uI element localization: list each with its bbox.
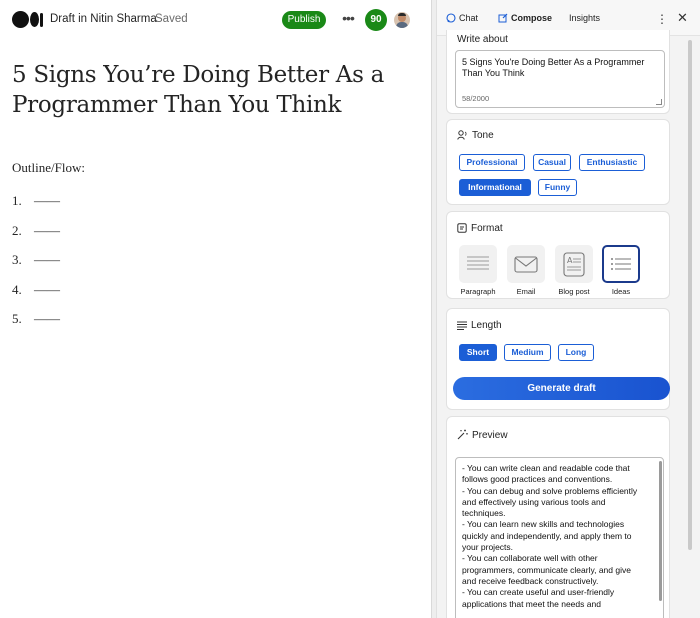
format-card: Format Paragraph Email A Blog post Ideas: [446, 211, 670, 299]
character-count: 58/2000: [462, 94, 490, 103]
card-title-text: Format: [471, 223, 503, 234]
publish-button[interactable]: Publish: [282, 11, 326, 29]
tone-option-funny[interactable]: Funny: [538, 179, 577, 196]
length-card: Length Short Medium Long: [446, 308, 670, 366]
preview-line: programmers, communicate clearly, and gi…: [462, 564, 631, 575]
tab-label: Insights: [569, 13, 601, 23]
tone-title: Tone: [457, 130, 494, 141]
card-title-text: Preview: [472, 430, 508, 441]
tone-icon: [457, 130, 467, 140]
format-option-ideas[interactable]: Ideas: [602, 245, 640, 296]
resize-handle-icon[interactable]: [656, 99, 662, 105]
tab-compose[interactable]: Compose: [498, 13, 552, 23]
preview-line: - You can write clean and readable code …: [462, 463, 630, 473]
outline-heading[interactable]: Outline/Flow:: [12, 160, 85, 176]
preview-line: your projects.: [462, 542, 514, 553]
list-number: 5.: [12, 311, 22, 326]
list-text: ——: [34, 193, 60, 208]
list-text: ——: [34, 222, 60, 238]
list-number: 2.: [12, 222, 22, 238]
format-label: Ideas: [611, 287, 631, 296]
preview-text: - You can write clean and readable code …: [462, 463, 657, 610]
tone-option-casual[interactable]: Casual: [533, 154, 571, 171]
preview-title: Preview: [457, 429, 508, 441]
card-title-text: Tone: [472, 130, 494, 141]
preview-line: and effectively using various tools and: [462, 496, 606, 507]
preview-line: - You can debug and solve problems effic…: [462, 485, 638, 496]
list-item[interactable]: 3. ——: [12, 252, 60, 282]
write-about-title: Write about: [457, 34, 508, 45]
ideas-list-icon: [602, 245, 640, 283]
preview-scrollbar[interactable]: [659, 461, 662, 601]
preview-line: quickly and independently, and apply the…: [462, 530, 632, 541]
preview-line: - You can collaborate well with other: [462, 553, 598, 564]
tone-option-informational[interactable]: Informational: [459, 179, 531, 196]
card-title-text: Length: [471, 320, 502, 331]
tab-label: Chat: [459, 13, 479, 23]
preview-line: - You can learn new skills and technolog…: [462, 519, 625, 530]
panel-scrollbar[interactable]: [688, 40, 692, 550]
tone-option-enthusiastic[interactable]: Enthusiastic: [579, 154, 645, 171]
format-option-paragraph[interactable]: Paragraph: [459, 245, 497, 296]
paragraph-icon: [459, 245, 497, 283]
list-text: ——: [34, 311, 60, 326]
more-options-icon[interactable]: •••: [339, 10, 357, 28]
panel-more-icon[interactable]: ⋮: [656, 12, 668, 26]
topic-text: 5 Signs You're Doing Better As a Program…: [462, 57, 645, 78]
tab-chat[interactable]: Chat: [446, 13, 478, 23]
blog-post-icon: A: [555, 245, 593, 283]
write-about-card: Write about 5 Signs You're Doing Better …: [446, 30, 670, 114]
format-title: Format: [457, 223, 503, 234]
length-icon: [457, 321, 467, 330]
length-title: Length: [457, 320, 502, 331]
list-item[interactable]: 4. ——: [12, 282, 60, 312]
list-number: 3.: [12, 252, 22, 267]
list-text: ——: [34, 252, 60, 267]
outline-list[interactable]: 1. —— 2. —— 3. —— 4. —— 5. ——: [12, 193, 60, 341]
editor-topbar: Draft in Nitin Sharma Saved Publish ••• …: [0, 0, 431, 40]
tone-card: Tone Professional Casual Enthusiastic In…: [446, 119, 670, 205]
tone-option-professional[interactable]: Professional: [459, 154, 525, 171]
save-status-label: Saved: [155, 13, 188, 25]
compose-icon: [498, 13, 508, 23]
close-icon[interactable]: ✕: [677, 10, 688, 26]
format-icon: [457, 223, 467, 233]
preview-line: follows good practices and conventions.: [462, 474, 613, 485]
list-item[interactable]: 1. ——: [12, 193, 60, 223]
medium-logo-icon[interactable]: [12, 11, 44, 28]
tab-label: Compose: [511, 13, 553, 23]
list-number: 1.: [12, 193, 22, 208]
email-icon: [507, 245, 545, 283]
list-item[interactable]: 2. ——: [12, 223, 60, 253]
length-option-short[interactable]: Short: [459, 344, 497, 361]
generate-draft-button[interactable]: Generate draft: [453, 377, 670, 400]
list-text: ——: [34, 281, 60, 297]
preview-line: applications that meet the needs and: [462, 598, 601, 609]
tab-insights[interactable]: Insights: [569, 13, 600, 23]
chat-icon: [446, 13, 456, 23]
list-number: 4.: [12, 281, 22, 297]
list-item[interactable]: 5. ——: [12, 311, 60, 341]
preview-card: Preview - You can write clean and readab…: [446, 416, 670, 618]
preview-line: and receive feedback constructively.: [462, 575, 599, 586]
length-option-medium[interactable]: Medium: [504, 344, 551, 361]
avatar[interactable]: [394, 12, 410, 28]
compose-panel: Chat Compose Insights ⋮ ✕ Write about 5 …: [436, 0, 700, 618]
draft-location-label: Draft in Nitin Sharma: [50, 13, 157, 25]
post-title[interactable]: 5 Signs You’re Doing Better As a Program…: [12, 60, 412, 120]
topic-textarea[interactable]: 5 Signs You're Doing Better As a Program…: [455, 50, 665, 108]
magic-wand-icon: [457, 429, 468, 440]
preview-textarea[interactable]: - You can write clean and readable code …: [455, 457, 664, 618]
format-option-blog-post[interactable]: A Blog post: [555, 245, 593, 296]
writing-score-badge[interactable]: 90: [365, 9, 387, 31]
svg-text:A: A: [567, 256, 573, 265]
preview-line: - You can create useful and user-friendl…: [462, 587, 615, 598]
length-option-long[interactable]: Long: [558, 344, 594, 361]
preview-line: techniques.: [462, 508, 506, 519]
format-option-email[interactable]: Email: [507, 245, 545, 296]
editor-pane: Draft in Nitin Sharma Saved Publish ••• …: [0, 0, 431, 618]
